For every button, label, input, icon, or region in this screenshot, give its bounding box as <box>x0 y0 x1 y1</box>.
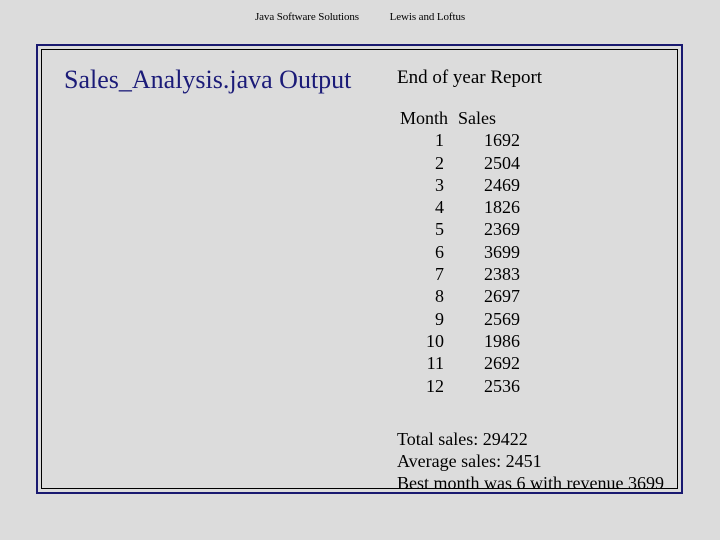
table-row: 3 2469 <box>397 174 520 196</box>
table-row: 12 2536 <box>397 375 520 397</box>
book-title-label: Java Software Solutions <box>254 11 359 23</box>
content-frame-inner: Sales_Analysis.java Output End of year R… <box>41 49 678 493</box>
column-header-month: Month <box>400 108 449 128</box>
table-row: 9 2569 <box>397 308 520 330</box>
table-row: 10 1986 <box>397 330 520 352</box>
cell-sales: 2469 <box>484 174 521 195</box>
book-authors-label: Lewis and Loftus <box>389 11 466 23</box>
sales-table-body: 1 1692 2 2504 3 2469 4 1826 5 2369 6 3699 7 2383 8 2697… <box>397 129 520 397</box>
column-header-sales: Sales <box>458 108 497 128</box>
cell-sales: 1692 <box>484 130 521 151</box>
page-title: Sales_Analysis.java Output <box>64 65 352 94</box>
sales-table: Month Sales 1 1692 2 2504 3 2469 4 1826 5 2369 6 36… <box>397 107 520 397</box>
summary-line: Total sales: 29422 <box>397 428 528 449</box>
table-row: 8 2697 <box>397 285 520 307</box>
summary-line: Best month was 6 with revenue 3699 <box>397 473 664 494</box>
cell-sales: 2504 <box>484 152 521 173</box>
cell-month: 10 <box>426 330 445 351</box>
table-row: 1 1692 <box>397 129 520 151</box>
cell-month: 11 <box>426 353 445 374</box>
slide: Java Software Solutions Lewis and Loftus… <box>0 0 720 540</box>
output-heading: End of year Report <box>397 67 543 88</box>
content-frame-outer: Sales_Analysis.java Output End of year R… <box>36 44 683 494</box>
cell-month: 9 <box>435 308 445 329</box>
summary-line: Average sales: 2451 <box>397 451 542 472</box>
cell-sales: 2569 <box>484 308 521 329</box>
table-header-row: Month Sales <box>397 107 520 129</box>
cell-month: 3 <box>435 174 445 195</box>
cell-month: 2 <box>435 152 445 173</box>
summary-block: Total sales: 29422 Average sales: 2451 Bes… <box>397 428 667 495</box>
sales-table-head: Month Sales <box>397 107 520 129</box>
cell-month: 7 <box>435 264 445 285</box>
cell-sales: 2697 <box>484 286 521 307</box>
cell-sales: 2692 <box>484 353 521 374</box>
table-row: 5 2369 <box>397 218 520 240</box>
cell-month: 6 <box>435 241 445 262</box>
cell-month: 4 <box>435 197 445 218</box>
program-output-panel: End of year Report Month Sales 1 1692 2 250… <box>397 66 667 495</box>
table-row: 4 1826 <box>397 196 520 218</box>
table-row: 11 2692 <box>397 352 520 374</box>
cell-sales: 2536 <box>484 375 521 396</box>
cell-month: 1 <box>435 130 445 151</box>
cell-sales: 1826 <box>484 197 521 218</box>
table-row: 7 2383 <box>397 263 520 285</box>
cell-sales: 2369 <box>484 219 521 240</box>
cell-sales: 1986 <box>484 330 521 351</box>
cell-sales: 3699 <box>484 241 521 262</box>
cell-month: 5 <box>435 219 445 240</box>
slide-running-header: Java Software Solutions Lewis and Loftus <box>0 11 720 24</box>
cell-month: 12 <box>426 375 445 396</box>
table-row: 6 3699 <box>397 241 520 263</box>
cell-sales: 2383 <box>484 264 521 285</box>
cell-month: 8 <box>435 286 445 307</box>
table-row: 2 2504 <box>397 152 520 174</box>
